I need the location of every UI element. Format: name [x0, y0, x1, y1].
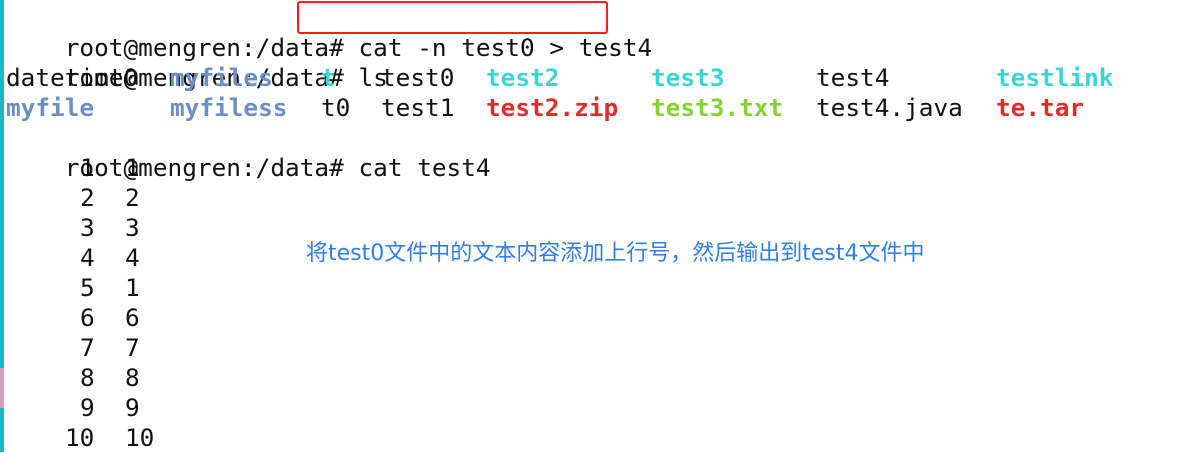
- ls-entry: test4.java: [816, 93, 963, 122]
- line-content: 7: [125, 333, 140, 362]
- command-cat: cat test4: [358, 153, 491, 182]
- line-content: 8: [125, 363, 140, 392]
- shell-prompt: root@mengren:/data#: [64, 153, 344, 182]
- line-number: 9: [80, 393, 95, 422]
- line-number: 2: [80, 183, 95, 212]
- line-content: 1: [125, 153, 140, 182]
- ls-entry: test2: [486, 63, 560, 92]
- line-number: 3: [80, 213, 95, 242]
- ls-entry: t0: [321, 93, 351, 122]
- terminal-line-3: root@mengren:/data# cat test4: [6, 123, 491, 182]
- line-content: 6: [125, 303, 140, 332]
- ls-entry: datetime0: [6, 63, 139, 92]
- ls-entry: testlink: [996, 63, 1114, 92]
- terminal-line-2: root@mengren:/data# ls: [6, 33, 388, 92]
- annotation-note: 将test0文件中的文本内容添加上行号，然后输出到test4文件中: [306, 241, 925, 266]
- ls-entry: myfile: [6, 93, 95, 122]
- ls-entry: test2.zip: [486, 93, 619, 122]
- line-content: 4: [125, 243, 140, 272]
- line-number: 8: [80, 363, 95, 392]
- ls-entry: test1: [381, 93, 455, 122]
- line-content: 1: [125, 273, 140, 302]
- terminal-window[interactable]: root@mengren:/data# cat -n test0 > test4…: [0, 0, 1186, 452]
- line-content: 10: [125, 423, 155, 452]
- ls-entry: test3.txt: [651, 93, 784, 122]
- ls-entry: test4: [816, 63, 890, 92]
- line-number: 4: [80, 243, 95, 272]
- line-number: 10: [65, 423, 95, 452]
- line-number: 6: [80, 303, 95, 332]
- ls-entry: test3: [651, 63, 725, 92]
- ls-entry: myfiles: [170, 63, 273, 92]
- line-number: 5: [80, 273, 95, 302]
- line-number: 1: [80, 153, 95, 182]
- line-content: 9: [125, 393, 140, 422]
- window-edge-marker: [0, 368, 4, 408]
- line-content: 3: [125, 213, 140, 242]
- ls-entry: te.tar: [996, 93, 1085, 122]
- ls-entry: t: [321, 63, 336, 92]
- line-number: 7: [80, 333, 95, 362]
- command-highlight-box: [297, 1, 608, 34]
- ls-entry: test0: [381, 63, 455, 92]
- ls-entry: myfiless: [170, 93, 288, 122]
- command-cat-n: cat -n test0 > test4: [358, 33, 653, 62]
- line-content: 2: [125, 183, 140, 212]
